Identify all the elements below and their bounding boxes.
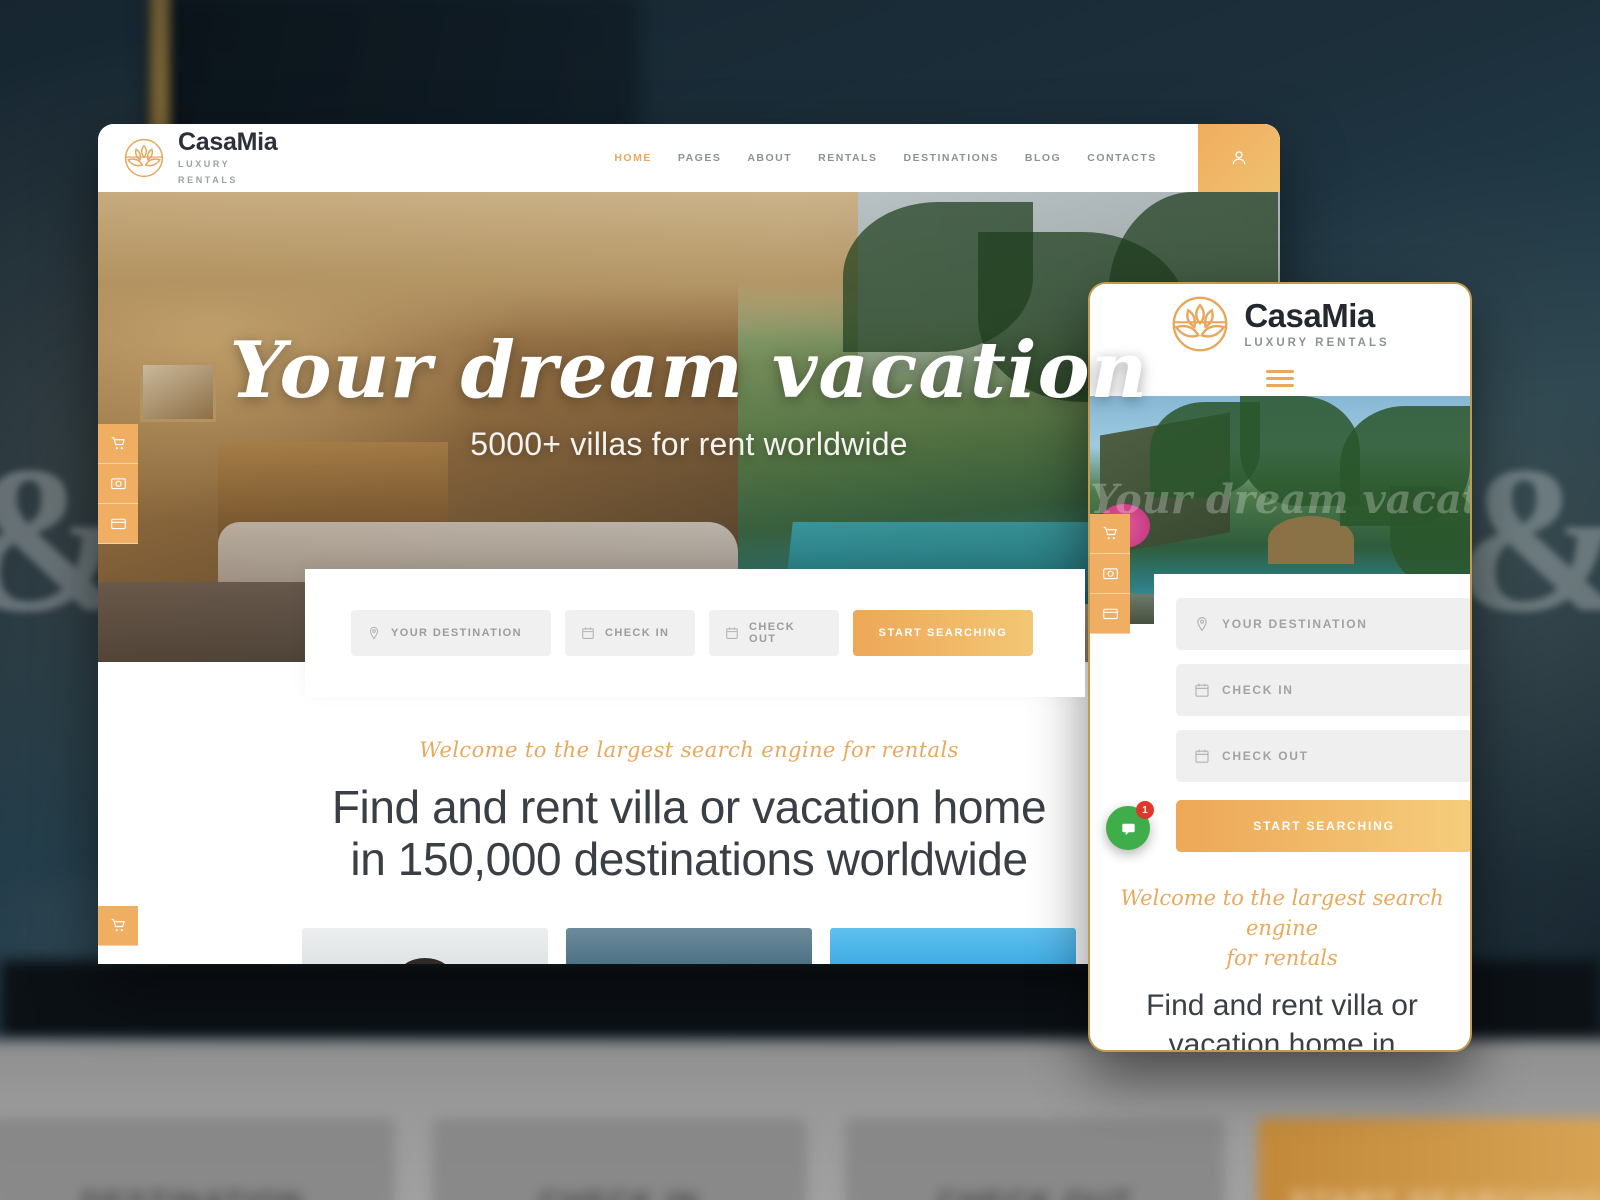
mobile-welcome-script-line-1: Welcome to the largest search engine xyxy=(1120,886,1444,940)
desktop-side-rail xyxy=(98,424,138,544)
blurred-checkout-field: CHECK OUT xyxy=(845,1118,1225,1200)
mobile-checkout-placeholder: CHECK OUT xyxy=(1222,749,1309,763)
mobile-destination-placeholder: YOUR DESTINATION xyxy=(1222,617,1368,631)
start-searching-button[interactable]: START SEARCHING xyxy=(853,610,1033,656)
nav-item-about[interactable]: ABOUT xyxy=(747,152,792,164)
desktop-header: CasaMia LUXURY RENTALS HOME PAGES ABOUT … xyxy=(98,124,1280,192)
calendar-icon xyxy=(1194,682,1210,698)
blurred-checkin-label: CHECK IN xyxy=(432,1186,807,1200)
checkout-input[interactable]: CHECK OUT xyxy=(709,610,839,656)
lotus-logo-icon xyxy=(123,137,165,179)
mobile-search-form: YOUR DESTINATION CHECK IN CHECK OUT STAR… xyxy=(1154,574,1470,880)
rail-cart-button-bottom[interactable] xyxy=(98,906,138,946)
calendar-icon xyxy=(725,626,739,640)
desktop-side-rail-bottom xyxy=(98,906,138,946)
blurred-search-button: START SEARCHING xyxy=(1258,1118,1600,1200)
mobile-start-searching-button[interactable]: START SEARCHING xyxy=(1176,800,1470,852)
nav-item-pages[interactable]: PAGES xyxy=(678,152,721,164)
rail-gallery-button[interactable] xyxy=(98,464,138,504)
mobile-checkout-input[interactable]: CHECK OUT xyxy=(1176,730,1470,782)
nav-item-destinations[interactable]: DESTINATIONS xyxy=(903,152,998,164)
checkin-placeholder: CHECK IN xyxy=(605,627,670,639)
location-pin-icon xyxy=(367,626,381,640)
hero-copy: Your dream vacation 5000+ villas for ren… xyxy=(98,332,1280,463)
mobile-side-rail xyxy=(1090,514,1130,634)
mobile-checkin-input[interactable]: CHECK IN xyxy=(1176,664,1470,716)
destination-placeholder: YOUR DESTINATION xyxy=(391,627,522,639)
nav-item-rentals[interactable]: RENTALS xyxy=(818,152,877,164)
site-logo[interactable]: CasaMia LUXURY RENTALS xyxy=(98,127,278,187)
checkin-input[interactable]: CHECK IN xyxy=(565,610,695,656)
logo-tagline: LUXURY RENTALS xyxy=(178,158,239,185)
rail-card-button[interactable] xyxy=(98,504,138,544)
blurred-destination-label: DESTINATION xyxy=(0,1186,395,1200)
rail-cart-button[interactable] xyxy=(1090,514,1130,554)
nav-item-home[interactable]: HOME xyxy=(614,152,652,164)
rail-card-button[interactable] xyxy=(1090,594,1130,634)
location-pin-icon xyxy=(1194,616,1210,632)
nav-item-blog[interactable]: BLOG xyxy=(1025,152,1061,164)
cart-icon xyxy=(1102,525,1119,542)
welcome-heading-line-1: Find and rent villa or vacation home xyxy=(331,781,1047,833)
desktop-search-form: YOUR DESTINATION CHECK IN CHECK OUT STAR… xyxy=(305,569,1085,697)
chat-widget-button[interactable]: 1 xyxy=(1106,801,1154,850)
mobile-logo-brand-name: CasaMia xyxy=(1244,296,1375,334)
mobile-destination-input[interactable]: YOUR DESTINATION xyxy=(1176,598,1470,650)
featured-card[interactable] xyxy=(566,927,812,964)
nav-item-contacts[interactable]: CONTACTS xyxy=(1087,152,1157,164)
mobile-hero-ghost-title: Your dream vacation xyxy=(1090,476,1470,523)
chat-icon xyxy=(1119,819,1138,838)
hero-subtitle: 5000+ villas for rent worldwide xyxy=(470,426,908,462)
rail-gallery-button[interactable] xyxy=(1090,554,1130,594)
featured-card[interactable] xyxy=(302,927,548,964)
destination-input[interactable]: YOUR DESTINATION xyxy=(351,610,551,656)
blurred-checkout-label: CHECK OUT xyxy=(845,1186,1225,1200)
mobile-welcome-script: Welcome to the largest search engine for… xyxy=(1116,884,1448,973)
chat-unread-badge: 1 xyxy=(1136,801,1154,819)
blurred-search-button-label: START SEARCHING xyxy=(1258,1186,1600,1200)
mobile-welcome-script-line-2: for rentals xyxy=(1226,945,1338,970)
user-icon xyxy=(1230,149,1248,167)
featured-card[interactable] xyxy=(830,927,1076,964)
mobile-checkin-placeholder: CHECK IN xyxy=(1222,683,1294,697)
blurred-destination-field: DESTINATION xyxy=(0,1118,395,1200)
card-icon xyxy=(110,515,127,532)
logo-brand-name: CasaMia xyxy=(178,127,278,156)
cart-icon xyxy=(110,435,127,452)
card-icon xyxy=(1102,605,1119,622)
mobile-welcome-section: Welcome to the largest search engine for… xyxy=(1090,864,1470,1052)
checkout-placeholder: CHECK OUT xyxy=(749,621,796,645)
calendar-icon xyxy=(581,626,595,640)
gallery-icon xyxy=(110,475,127,492)
main-navigation: HOME PAGES ABOUT RENTALS DESTINATIONS BL… xyxy=(614,152,1156,164)
calendar-icon xyxy=(1194,748,1210,764)
rail-cart-button[interactable] xyxy=(98,424,138,464)
gallery-icon xyxy=(1102,565,1119,582)
foreground-blurred-search-form: DESTINATION CHECK IN CHECK OUT START SEA… xyxy=(0,1118,1600,1200)
cart-icon xyxy=(110,917,127,934)
account-button[interactable] xyxy=(1198,124,1280,192)
blurred-checkin-field: CHECK IN xyxy=(432,1118,807,1200)
hero-title: Your dream vacation xyxy=(229,325,1149,416)
background-glyph-right: & xyxy=(1455,420,1600,661)
mobile-welcome-heading: Find and rent villa or vacation home in … xyxy=(1146,989,1418,1052)
welcome-heading-line-2: in 150,000 destinations worldwide xyxy=(350,832,1028,885)
